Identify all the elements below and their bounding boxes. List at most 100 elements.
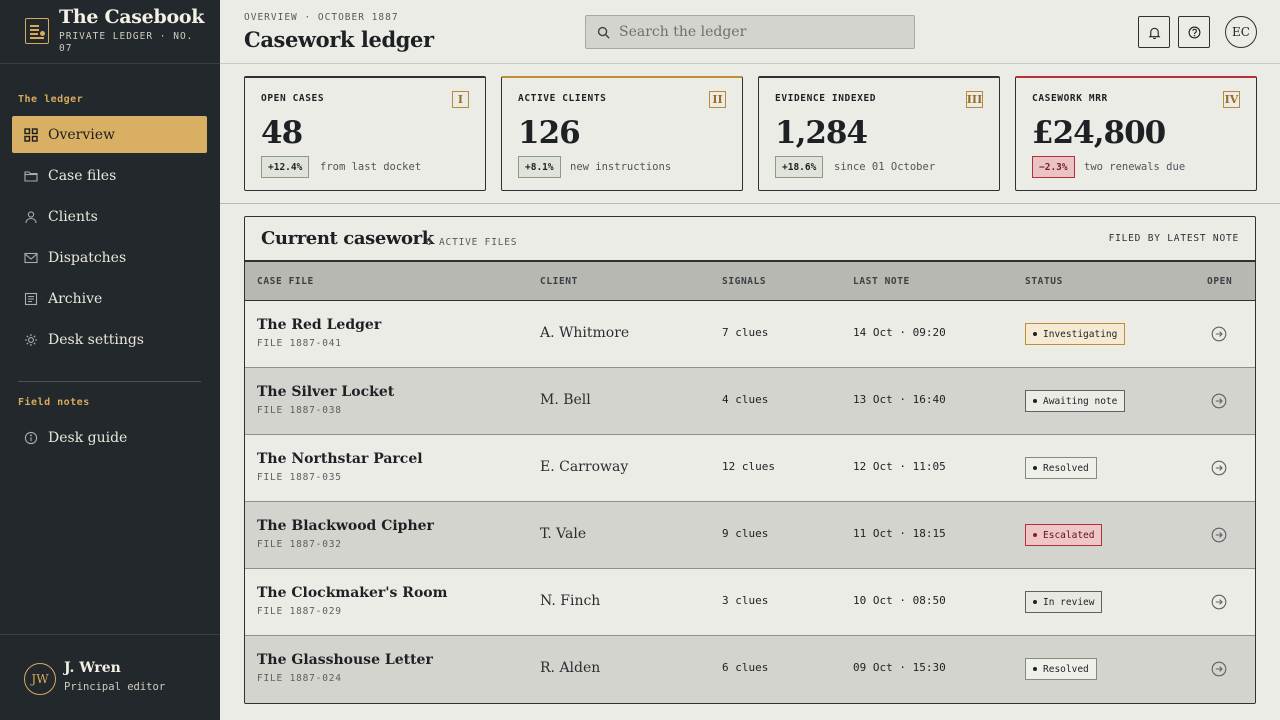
search-icon	[597, 26, 610, 39]
stat-numeral: IV	[1223, 91, 1240, 108]
stat-card-casework-mrr: CASEWORK MRR IV £24,800 −2.3% two renewa…	[1015, 76, 1257, 191]
open-arrow-icon[interactable]	[1211, 460, 1227, 476]
info-icon	[24, 431, 38, 445]
sort-control[interactable]: FILED BY LATEST NOTE	[1109, 233, 1239, 244]
signals-count: 9 clues	[722, 527, 769, 540]
sidebar-item-dispatches[interactable]: Dispatches	[12, 239, 207, 276]
status-badge: Investigating	[1025, 323, 1126, 345]
status-label: Resolved	[1043, 462, 1089, 474]
status-badge: In review	[1025, 591, 1103, 613]
stat-numeral: II	[709, 91, 726, 108]
stat-numeral: I	[452, 91, 469, 108]
stat-delta-badge: +12.4%	[261, 156, 310, 178]
brand: The Casebook PRIVATE LEDGER · NO. 07	[0, 0, 220, 64]
stat-numeral: III	[966, 91, 983, 108]
case-name: The Northstar Parcel	[257, 451, 423, 467]
stat-delta-badge: +18.6%	[775, 156, 824, 178]
case-name: The Red Ledger	[257, 317, 382, 333]
open-arrow-icon[interactable]	[1211, 393, 1227, 409]
help-button[interactable]	[1178, 16, 1210, 48]
table-row[interactable]: The Northstar Parcel FILE 1887-035 E. Ca…	[245, 435, 1255, 502]
table-row[interactable]: The Red Ledger FILE 1887-041 A. Whitmore…	[245, 301, 1255, 368]
table-row[interactable]: The Glasshouse Letter FILE 1887-024 R. A…	[245, 636, 1255, 703]
table-row[interactable]: The Blackwood Cipher FILE 1887-032 T. Va…	[245, 502, 1255, 569]
last-note-time: 14 Oct · 09:20	[853, 326, 946, 339]
status-label: Investigating	[1043, 328, 1118, 340]
last-note-time: 12 Oct · 11:05	[853, 460, 946, 473]
status-label: Resolved	[1043, 663, 1089, 675]
stat-note: two renewals due	[1084, 161, 1186, 173]
stat-note: new instructions	[570, 161, 672, 173]
stat-card-active-clients: ACTIVE CLIENTS II 126 +8.1% new instruct…	[501, 76, 743, 191]
open-arrow-icon[interactable]	[1211, 594, 1227, 610]
stat-label: ACTIVE CLIENTS	[518, 93, 607, 104]
status-badge: Awaiting note	[1025, 390, 1126, 412]
search-box	[585, 15, 915, 49]
stat-value: 48	[261, 115, 303, 151]
table-column-headers: CASE FILE CLIENT SIGNALS LAST NOTE STATU…	[245, 262, 1255, 301]
client-name: R. Alden	[540, 660, 601, 676]
case-name: The Clockmaker's Room	[257, 585, 448, 601]
stat-value: 126	[518, 115, 581, 151]
casework-table-card: Current casework 6 ACTIVE FILES FILED BY…	[244, 216, 1256, 704]
client-name: A. Whitmore	[540, 325, 630, 341]
open-arrow-icon[interactable]	[1211, 527, 1227, 543]
sidebar-item-desk-settings[interactable]: Desk settings	[12, 321, 207, 358]
sidebar-item-clients[interactable]: Clients	[12, 198, 207, 235]
sidebar-item-label: Archive	[48, 290, 103, 307]
gear-icon	[24, 333, 38, 347]
status-badge: Escalated	[1025, 524, 1103, 546]
sidebar-item-label: Clients	[48, 208, 98, 225]
envelope-icon	[24, 251, 38, 265]
sidebar-item-label: Desk guide	[48, 429, 128, 446]
stat-label: EVIDENCE INDEXED	[775, 93, 877, 104]
stat-label: CASEWORK MRR	[1032, 93, 1108, 104]
stat-card-open-cases: OPEN CASES I 48 +12.4% from last docket	[244, 76, 486, 191]
signals-count: 12 clues	[722, 460, 775, 473]
sidebar-item-case-files[interactable]: Case files	[12, 157, 207, 194]
user-name: J. Wren	[64, 660, 121, 676]
active-files-count: 6 ACTIVE FILES	[426, 237, 518, 248]
status-badge: Resolved	[1025, 658, 1097, 680]
column-header-client[interactable]: CLIENT	[540, 276, 578, 287]
case-file-id: FILE 1887-038	[257, 405, 342, 416]
column-header-signals[interactable]: SIGNALS	[722, 276, 766, 287]
case-file-id: FILE 1887-024	[257, 673, 342, 684]
last-note-time: 10 Oct · 08:50	[853, 594, 946, 607]
user-profile[interactable]: JW J. Wren Principal editor	[0, 634, 220, 720]
grid-icon	[24, 127, 38, 142]
client-name: T. Vale	[540, 526, 587, 542]
signals-count: 3 clues	[722, 594, 769, 607]
column-header-status[interactable]: STATUS	[1025, 276, 1063, 287]
open-arrow-icon[interactable]	[1211, 326, 1227, 342]
column-header-case-file[interactable]: CASE FILE	[257, 276, 314, 287]
status-label: Escalated	[1043, 529, 1095, 541]
account-avatar-button[interactable]: EC	[1225, 16, 1257, 48]
stat-value: £24,800	[1032, 115, 1166, 151]
client-name: N. Finch	[540, 593, 601, 609]
case-file-id: FILE 1887-035	[257, 472, 342, 483]
search-input[interactable]	[619, 16, 909, 48]
person-icon	[24, 210, 38, 224]
stat-label: OPEN CASES	[261, 93, 325, 104]
case-name: The Blackwood Cipher	[257, 518, 434, 534]
table-row[interactable]: The Clockmaker's Room FILE 1887-029 N. F…	[245, 569, 1255, 636]
sidebar-item-desk-guide[interactable]: Desk guide	[12, 419, 207, 456]
user-role: Principal editor	[64, 681, 166, 693]
column-header-last-note[interactable]: LAST NOTE	[853, 276, 910, 287]
ledger-logo-icon	[25, 18, 49, 44]
sidebar-item-label: Dispatches	[48, 249, 127, 266]
stat-card-evidence-indexed: EVIDENCE INDEXED III 1,284 +18.6% since …	[758, 76, 1000, 191]
table-row[interactable]: The Silver Locket FILE 1887-038 M. Bell …	[245, 368, 1255, 435]
last-note-time: 11 Oct · 18:15	[853, 527, 946, 540]
notifications-button[interactable]	[1138, 16, 1170, 48]
sidebar-item-label: Desk settings	[48, 331, 144, 348]
open-arrow-icon[interactable]	[1211, 661, 1227, 677]
signals-count: 4 clues	[722, 393, 769, 406]
sidebar-item-archive[interactable]: Archive	[12, 280, 207, 317]
brand-title: The Casebook	[59, 6, 205, 28]
case-file-id: FILE 1887-032	[257, 539, 342, 550]
signals-count: 6 clues	[722, 661, 769, 674]
table-title: Current casework	[261, 228, 434, 249]
sidebar-item-overview[interactable]: Overview	[12, 116, 207, 153]
